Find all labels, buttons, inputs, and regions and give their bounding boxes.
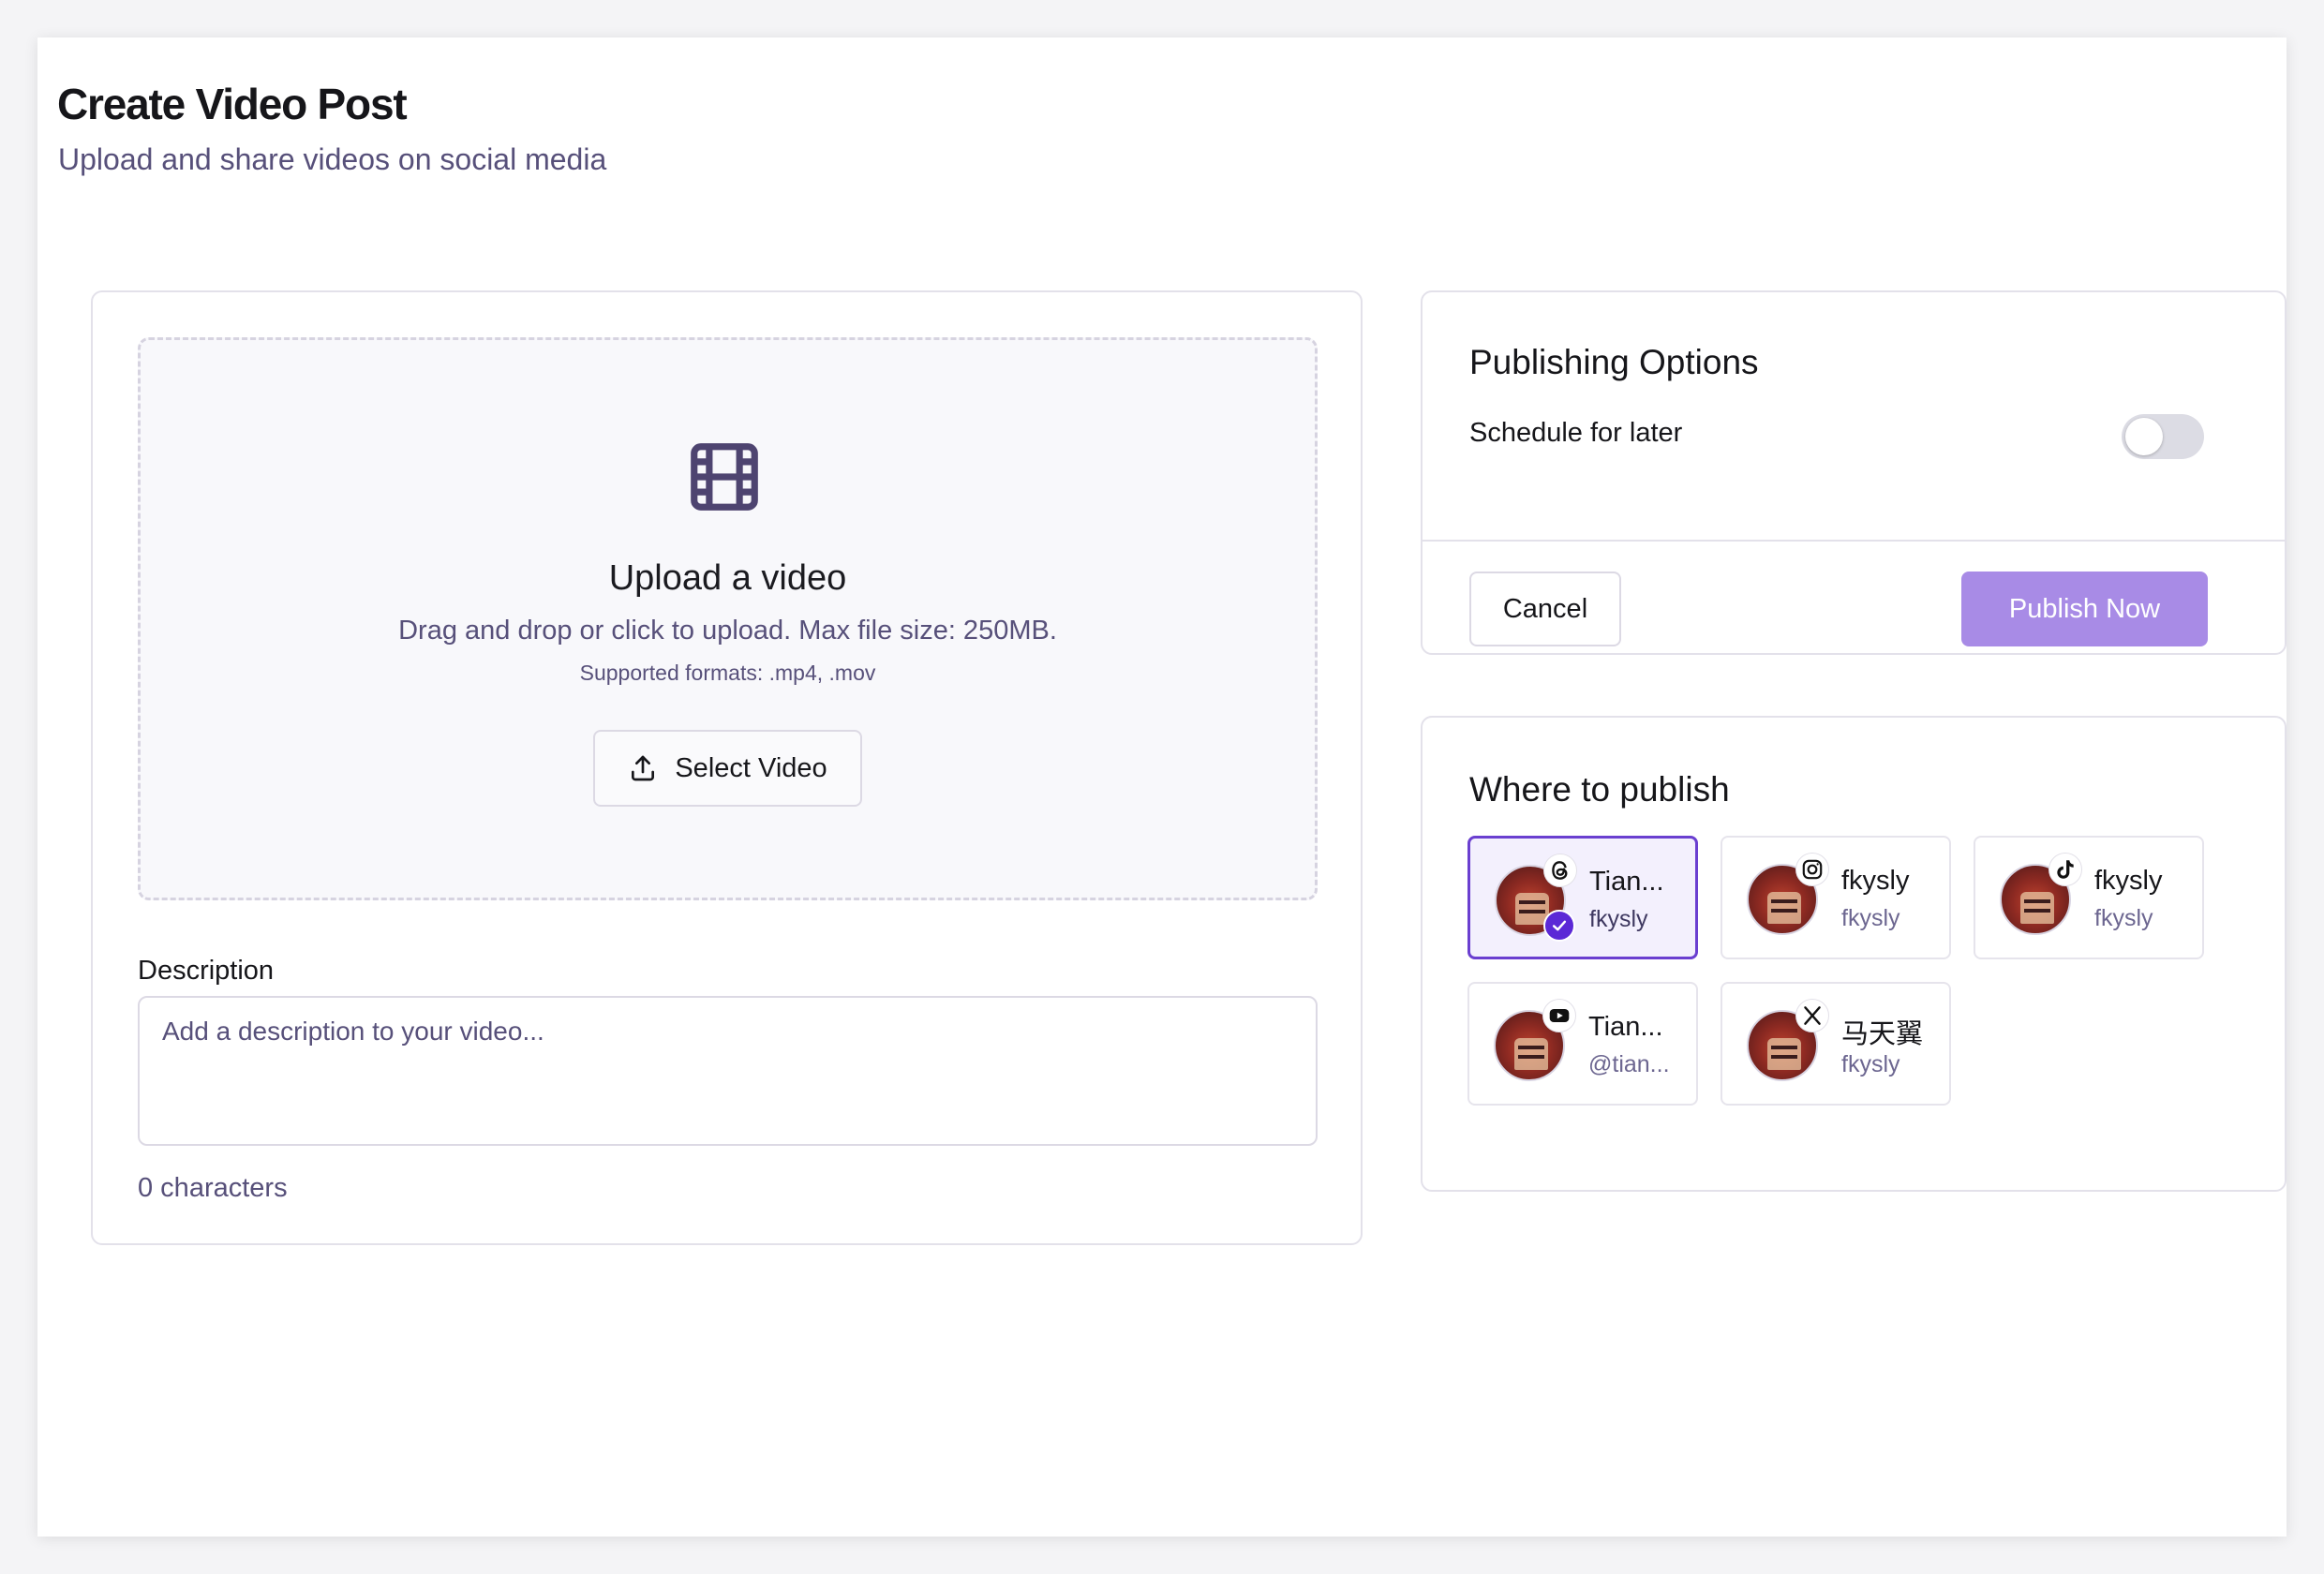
account-username: @tian... bbox=[1588, 1051, 1670, 1077]
account-username: fkysly bbox=[1841, 905, 1900, 931]
upload-description: Drag and drop or click to upload. Max fi… bbox=[398, 616, 1057, 646]
publishing-options-title: Publishing Options bbox=[1469, 343, 1759, 381]
upload-card: Upload a video Drag and drop or click to… bbox=[91, 290, 1363, 1245]
account-name: fkysly bbox=[1841, 866, 1910, 896]
select-video-label: Select Video bbox=[675, 752, 827, 783]
upload-title: Upload a video bbox=[608, 558, 847, 598]
cancel-button[interactable]: Cancel bbox=[1469, 572, 1621, 646]
description-label: Description bbox=[138, 956, 275, 986]
video-dropzone[interactable]: Upload a video Drag and drop or click to… bbox=[138, 337, 1318, 900]
account-name: Tian... bbox=[1589, 867, 1664, 897]
account-name: fkysly bbox=[2094, 866, 2163, 896]
account-name: 马天翼 bbox=[1841, 1019, 1924, 1049]
account-card-threads[interactable]: Tian... fkysly bbox=[1467, 836, 1698, 959]
account-card-tiktok[interactable]: fkysly fkysly bbox=[1974, 836, 2204, 959]
page-subtitle: Upload and share videos on social media bbox=[58, 142, 607, 176]
instagram-icon bbox=[1795, 853, 1829, 886]
divider bbox=[1423, 540, 2285, 542]
account-name: Tian... bbox=[1588, 1012, 1663, 1042]
where-to-publish-title: Where to publish bbox=[1469, 770, 1730, 809]
account-username: fkysly bbox=[1841, 1051, 1900, 1077]
schedule-toggle[interactable] bbox=[2122, 414, 2204, 459]
create-video-post-page: Create Video Post Upload and share video… bbox=[37, 37, 2287, 1537]
schedule-label: Schedule for later bbox=[1469, 418, 1683, 448]
selected-check-icon bbox=[1543, 910, 1575, 942]
account-card-x[interactable]: 马天翼 fkysly bbox=[1721, 982, 1951, 1106]
youtube-icon bbox=[1542, 999, 1576, 1032]
character-count: 0 characters bbox=[138, 1173, 288, 1203]
account-card-youtube[interactable]: Tian... @tian... bbox=[1467, 982, 1698, 1106]
tiktok-icon bbox=[2048, 853, 2082, 886]
film-icon bbox=[691, 443, 758, 511]
threads-icon bbox=[1543, 854, 1577, 887]
select-video-button[interactable]: Select Video bbox=[593, 730, 862, 807]
supported-formats: Supported formats: .mp4, .mov bbox=[579, 661, 876, 685]
x-icon bbox=[1795, 999, 1829, 1032]
publish-now-button[interactable]: Publish Now bbox=[1961, 572, 2208, 646]
toggle-knob bbox=[2125, 418, 2163, 455]
account-card-instagram[interactable]: fkysly fkysly bbox=[1721, 836, 1951, 959]
account-username: fkysly bbox=[2094, 905, 2153, 931]
upload-icon bbox=[632, 755, 655, 781]
account-username: fkysly bbox=[1589, 906, 1648, 932]
description-input[interactable] bbox=[138, 996, 1318, 1146]
page-title: Create Video Post bbox=[57, 80, 408, 128]
publishing-options-card: Publishing Options Schedule for later Ca… bbox=[1421, 290, 2287, 655]
where-to-publish-card: Where to publish Tian... fkysly fkysly f… bbox=[1421, 716, 2287, 1192]
